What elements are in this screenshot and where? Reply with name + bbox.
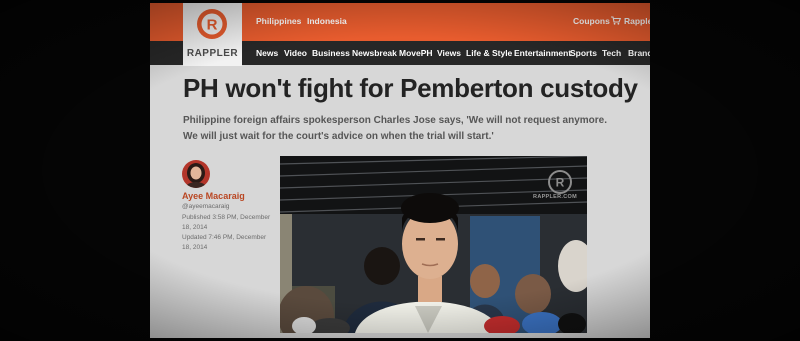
published-timestamp: Published 3:58 PM, December 18, 2014 [182,214,271,231]
nav-item-tech[interactable]: Tech [602,48,621,58]
author-name-link[interactable]: Ayee Macaraig [182,191,245,201]
nav-item-views[interactable]: Views [437,48,461,58]
rappler-logo[interactable]: R RAPPLER [183,3,242,66]
article-headline: PH won't fight for Pemberton custody [183,73,638,103]
article-photo[interactable]: R RAPPLER.COM [280,156,587,333]
nav-item-newsbreak[interactable]: Newsbreak [352,48,397,58]
nav-item-moveph[interactable]: MovePH [399,48,433,58]
nav-item-business[interactable]: Business [312,48,350,58]
nav-item-news[interactable]: News [256,48,278,58]
nav-item-life-style[interactable]: Life & Style [466,48,512,58]
svg-text:R: R [556,176,565,190]
updated-timestamp: Updated 7:46 PM, December 18, 2014 [182,234,267,251]
coupons-link[interactable]: Coupons [573,16,610,26]
article-photo-image [280,156,587,333]
nav-item-entertainment[interactable]: Entertainment [514,48,571,58]
nav-item-brandrap[interactable]: BrandRap [628,48,650,58]
cart-link[interactable]: Rappler [624,16,650,26]
cart-icon[interactable] [611,16,621,25]
author-handle[interactable]: @ayeemacaraig [182,203,229,210]
svg-text:R: R [207,17,218,34]
edition-philippines-link[interactable]: Philippines [256,16,301,26]
rappler-logo-icon: R [197,9,227,39]
author-photo [182,160,210,188]
article-page: R RAPPLER Philippines Indonesia Coupons … [150,3,650,338]
nav-item-video[interactable]: Video [284,48,307,58]
edition-indonesia-link[interactable]: Indonesia [307,16,347,26]
article-subhead: Philippine foreign affairs spokesperson … [183,115,607,142]
brand-name: RAPPLER [186,48,239,59]
photo-watermark: RAPPLER.COM [533,194,577,200]
author-avatar[interactable] [182,160,210,188]
nav-item-sports[interactable]: Sports [570,48,597,58]
rappler-watermark-icon: R [548,170,572,194]
